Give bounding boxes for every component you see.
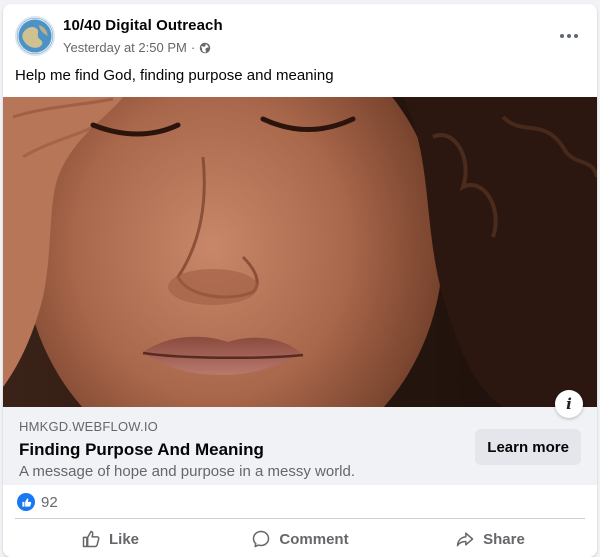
post-text: Help me find God, finding purpose and me… <box>15 67 334 84</box>
more-options-button[interactable] <box>555 22 583 50</box>
page-name[interactable]: 10/40 Digital Outreach <box>63 17 223 34</box>
comment-button[interactable]: Comment <box>205 522 395 556</box>
learn-more-button[interactable]: Learn more <box>475 429 581 465</box>
actions-divider <box>15 518 585 519</box>
post-card: 10/40 Digital Outreach Yesterday at 2:50… <box>3 4 597 557</box>
page-avatar[interactable] <box>15 16 55 56</box>
meta-separator: · <box>190 40 196 55</box>
link-domain: HMKGD.WEBFLOW.IO <box>19 419 158 434</box>
share-button[interactable]: Share <box>395 522 585 556</box>
reaction-summary[interactable]: 92 <box>17 490 58 514</box>
post-image[interactable] <box>3 97 597 407</box>
link-title[interactable]: Finding Purpose And Meaning <box>19 440 264 460</box>
more-options-icon <box>560 34 564 38</box>
globe-icon <box>199 42 211 53</box>
comment-label: Comment <box>279 530 349 548</box>
info-icon: i <box>566 395 572 413</box>
globe-logo-icon <box>17 18 53 54</box>
post-actions: Like Comment Share <box>15 522 585 556</box>
post-timestamp[interactable]: Yesterday at 2:50 PM <box>63 40 187 55</box>
info-button[interactable]: i <box>555 390 583 418</box>
reaction-count: 92 <box>41 493 58 511</box>
like-label: Like <box>108 530 139 548</box>
thumbs-up-icon <box>82 530 100 548</box>
link-preview[interactable]: HMKGD.WEBFLOW.IO Finding Purpose And Mea… <box>3 407 597 485</box>
comment-icon <box>253 530 270 548</box>
like-button[interactable]: Like <box>15 522 205 556</box>
share-icon <box>456 532 474 547</box>
link-description: A message of hope and purpose in a messy… <box>19 463 356 480</box>
post-header: 10/40 Digital Outreach Yesterday at 2:50… <box>3 4 597 66</box>
like-reaction-icon <box>17 493 35 511</box>
woman-face-photo <box>3 97 597 407</box>
post-meta: Yesterday at 2:50 PM · <box>63 40 211 55</box>
share-label: Share <box>483 530 525 548</box>
